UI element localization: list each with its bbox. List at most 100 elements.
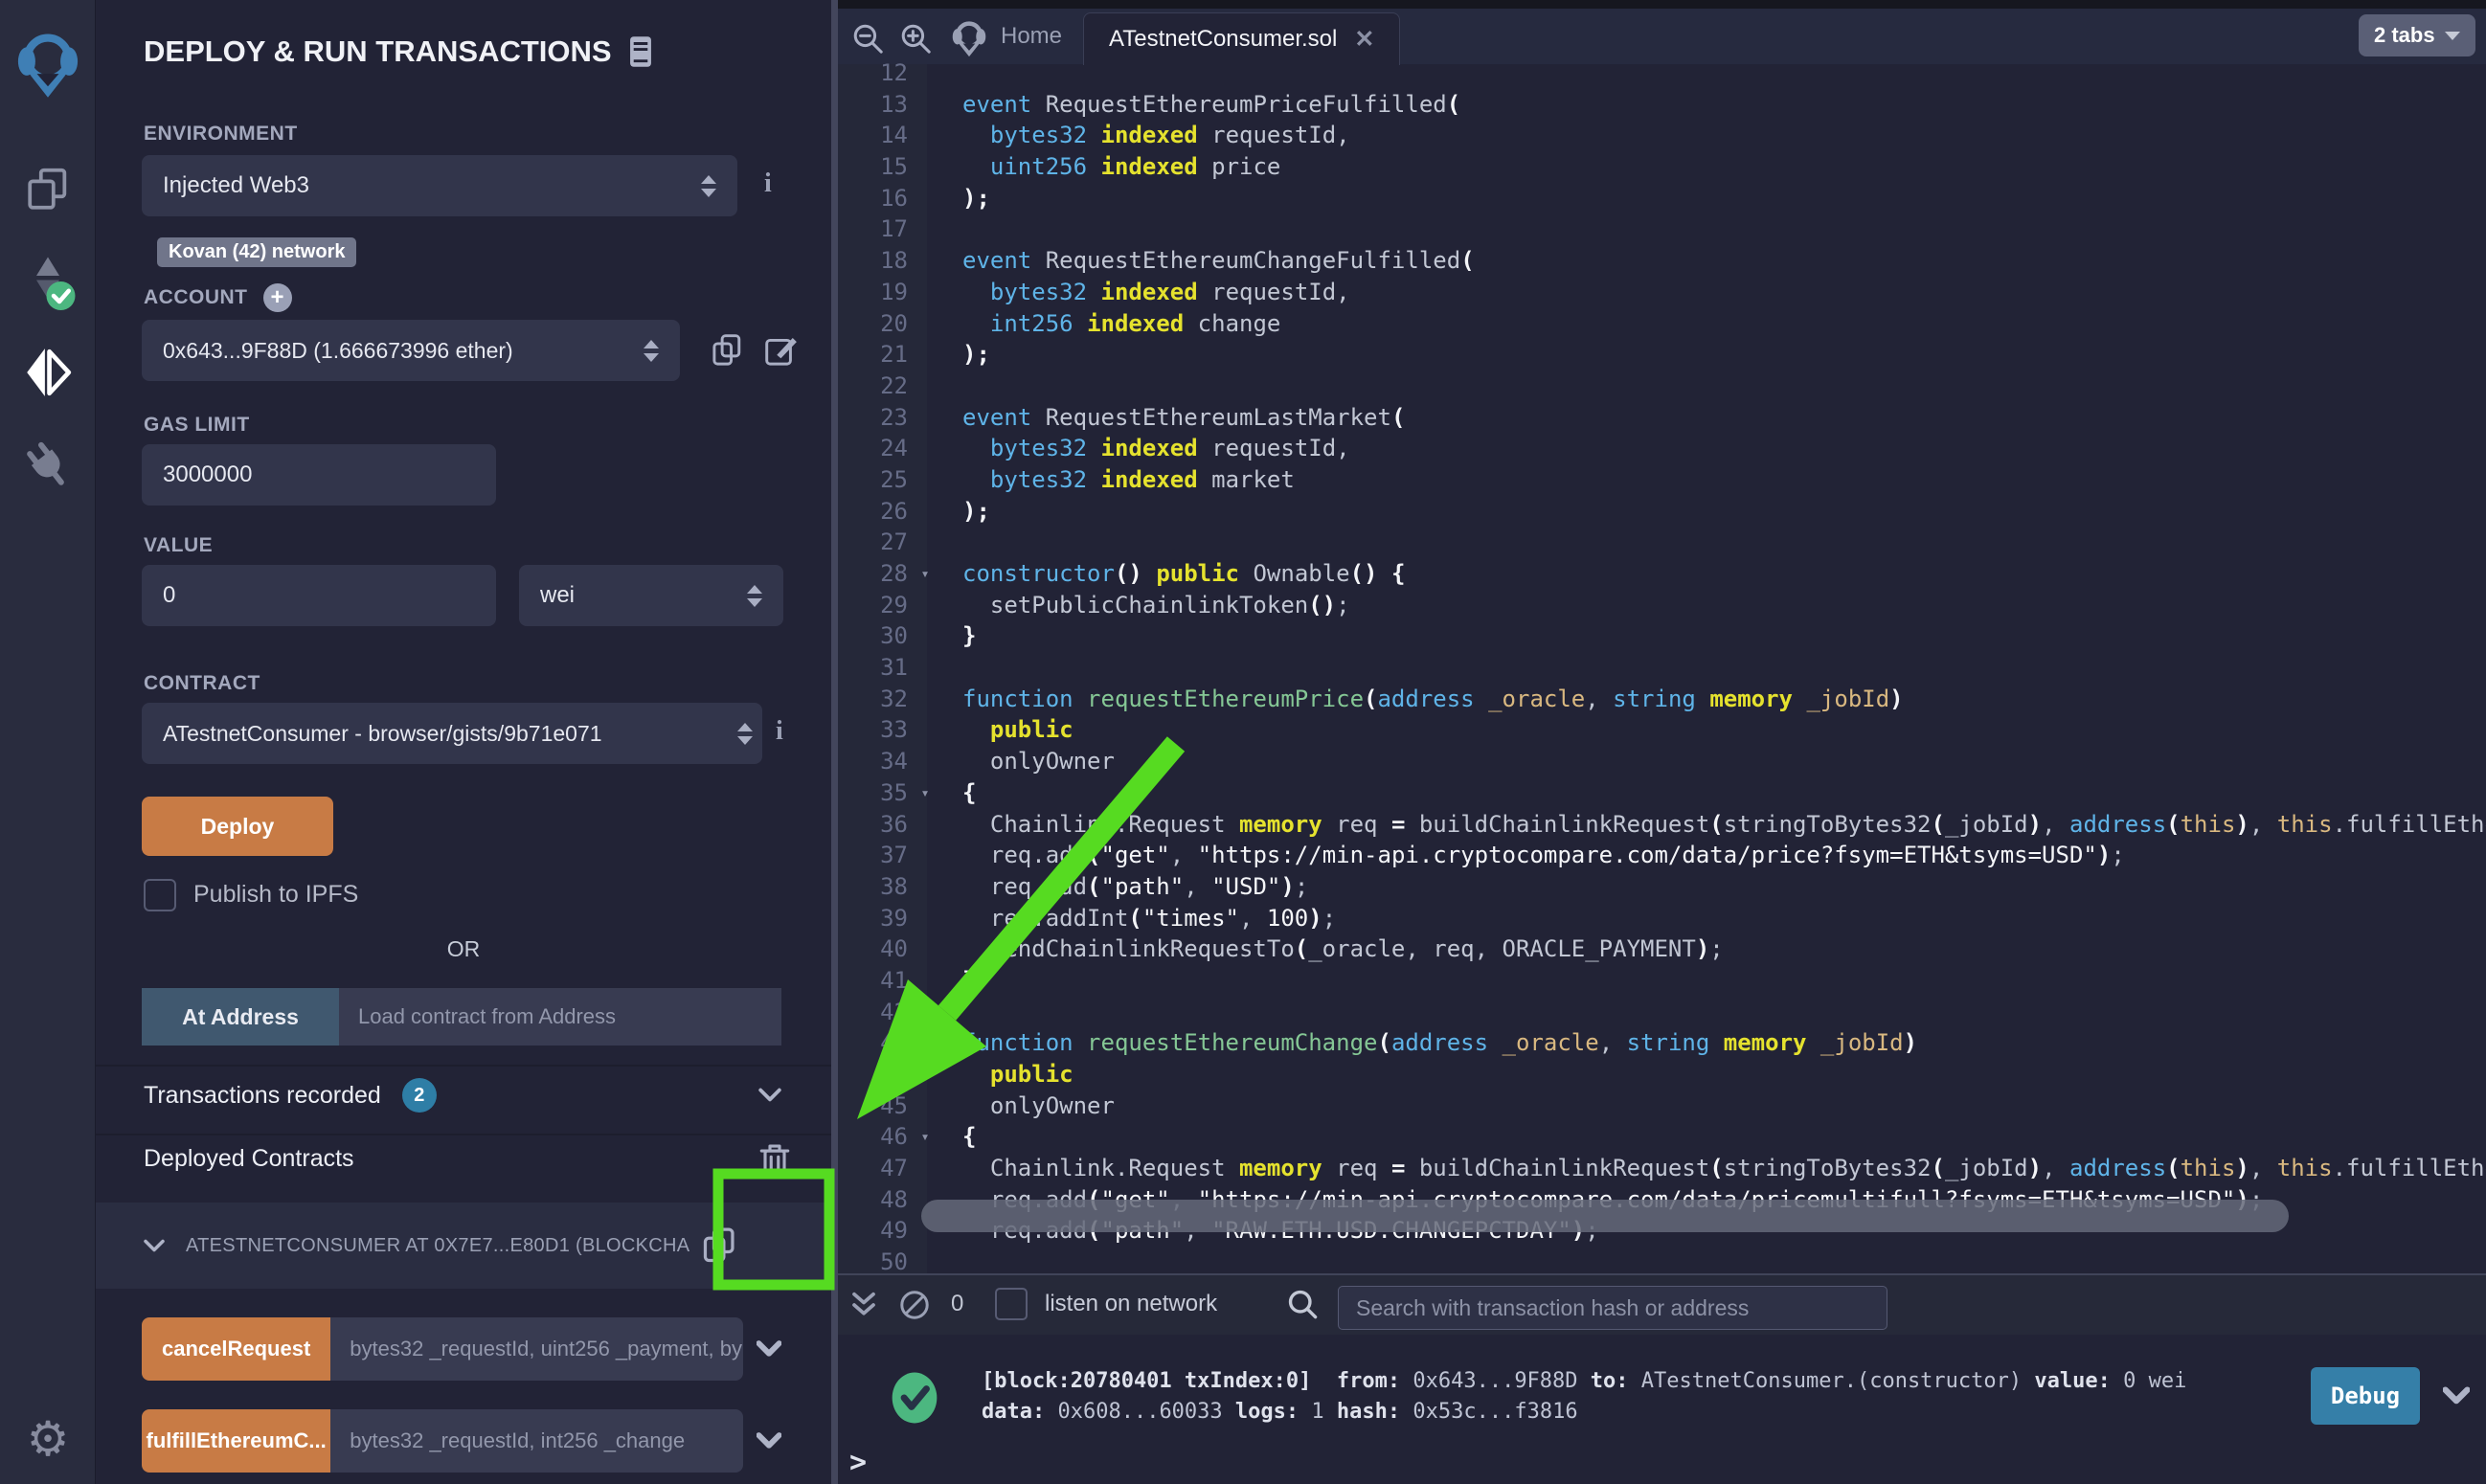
publish-ipfs-checkbox[interactable] xyxy=(144,879,176,911)
code-line[interactable]: 41} xyxy=(838,965,2486,997)
tab-bar: Home ATestnetConsumer.sol ✕ 2 tabs xyxy=(838,9,2486,64)
listen-network-label: listen on network xyxy=(1045,1291,1217,1317)
trash-icon[interactable] xyxy=(757,1141,793,1180)
fulfill-ethereum-params-input[interactable]: bytes32 _requestId, int256 _change xyxy=(330,1409,743,1473)
remix-logo xyxy=(0,25,96,107)
account-select[interactable]: 0x643...9F88D (1.666673996 ether) xyxy=(142,320,680,381)
code-line[interactable]: 33 public xyxy=(838,714,2486,746)
debug-button[interactable]: Debug xyxy=(2311,1367,2420,1425)
code-line[interactable]: 45 onlyOwner xyxy=(838,1091,2486,1122)
tab-home[interactable]: Home xyxy=(1001,23,1062,50)
tx-log-line2[interactable]: data: 0x608...60033 logs: 1 hash: 0x53c.… xyxy=(982,1398,1578,1427)
horizontal-scrollbar[interactable] xyxy=(921,1200,2289,1232)
listen-network-checkbox[interactable] xyxy=(995,1288,1028,1320)
contract-info-icon[interactable]: i xyxy=(776,716,783,747)
code-line[interactable]: 35▾{ xyxy=(838,777,2486,809)
environment-info-icon[interactable]: i xyxy=(764,169,772,199)
code-line[interactable]: 22 xyxy=(838,371,2486,402)
code-line[interactable]: 50 xyxy=(838,1247,2486,1273)
edit-account-icon[interactable] xyxy=(762,331,801,370)
code-line[interactable]: 38 req.add("path", "USD"); xyxy=(838,871,2486,903)
environment-label: ENVIRONMENT xyxy=(144,123,298,146)
chevron-down-icon[interactable] xyxy=(757,1340,781,1358)
transactions-count-badge: 2 xyxy=(402,1078,437,1113)
code-line[interactable]: 17 xyxy=(838,214,2486,245)
code-line[interactable]: 31 xyxy=(838,652,2486,684)
code-line[interactable]: 39 req.addInt("times", 100); xyxy=(838,903,2486,934)
transactions-recorded[interactable]: Transactions recorded 2 xyxy=(144,1078,437,1113)
chevron-down-icon[interactable] xyxy=(2443,1386,2470,1405)
editor-top-strip xyxy=(838,0,2486,9)
code-line[interactable]: 19 bytes32 indexed requestId, xyxy=(838,277,2486,308)
zoom-out-icon[interactable] xyxy=(851,22,886,56)
fulfill-ethereum-button[interactable]: fulfillEthereumC... xyxy=(142,1409,330,1473)
code-line[interactable]: 36 Chainlink.Request memory req = buildC… xyxy=(838,809,2486,841)
tx-log-line1[interactable]: [block:20780401 txIndex:0] from: 0x643..… xyxy=(982,1367,2186,1396)
double-chevron-down-icon[interactable] xyxy=(849,1291,878,1319)
code-line[interactable]: 37 req.add("get", "https://min-api.crypt… xyxy=(838,840,2486,871)
function-row: fulfillEthereumC... bytes32 _requestId, … xyxy=(142,1409,781,1473)
code-line[interactable]: 21); xyxy=(838,339,2486,371)
copy-account-icon[interactable] xyxy=(709,331,747,370)
deployed-contract-title: ATESTNETCONSUMER AT 0X7E7...E80D1 (BLOCK… xyxy=(186,1235,691,1257)
code-line[interactable]: 20 int256 indexed change xyxy=(838,308,2486,340)
panel-resize-handle[interactable] xyxy=(831,0,838,1484)
code-line[interactable]: 28▾constructor() public Ownable() { xyxy=(838,558,2486,590)
code-line[interactable]: 34 onlyOwner xyxy=(838,746,2486,777)
document-icon[interactable] xyxy=(627,35,654,68)
terminal-prompt[interactable]: > xyxy=(849,1446,867,1479)
deployed-contracts-label: Deployed Contracts xyxy=(144,1145,354,1173)
deploy-run-icon[interactable] xyxy=(0,343,96,402)
close-icon[interactable]: ✕ xyxy=(1354,25,1374,54)
cancel-request-button[interactable]: cancelRequest xyxy=(142,1317,330,1381)
code-line[interactable]: 14 bytes32 indexed requestId, xyxy=(838,120,2486,151)
code-line[interactable]: 32function requestEthereumPrice(address … xyxy=(838,684,2486,715)
select-stepper-icon xyxy=(644,340,659,362)
settings-gear-icon[interactable]: ⚙ xyxy=(0,1405,96,1473)
plugin-manager-icon[interactable] xyxy=(0,436,96,495)
code-line[interactable]: 26); xyxy=(838,496,2486,528)
chevron-down-icon[interactable] xyxy=(144,1239,165,1253)
code-line[interactable]: 29 setPublicChainlinkToken(); xyxy=(838,590,2486,621)
code-line[interactable]: 13event RequestEthereumPriceFulfilled( xyxy=(838,89,2486,121)
code-line[interactable]: 46▾{ xyxy=(838,1121,2486,1153)
at-address-button[interactable]: At Address xyxy=(142,988,339,1046)
code-line[interactable]: 30} xyxy=(838,620,2486,652)
code-line[interactable]: 24 bytes32 indexed requestId, xyxy=(838,433,2486,464)
deploy-button[interactable]: Deploy xyxy=(142,797,333,856)
value-unit-select[interactable]: wei xyxy=(519,565,783,626)
code-line[interactable]: 15 uint256 indexed price xyxy=(838,151,2486,183)
code-line[interactable]: 43function requestEthereumChange(address… xyxy=(838,1027,2486,1059)
at-address-row: At Address Load contract from Address xyxy=(142,988,781,1046)
copy-contract-icon[interactable] xyxy=(699,1225,741,1267)
ban-icon[interactable] xyxy=(897,1288,932,1322)
gas-limit-input[interactable]: 3000000 xyxy=(142,444,496,506)
plus-circle-icon[interactable]: + xyxy=(263,283,292,312)
chevron-down-icon[interactable] xyxy=(757,1432,781,1450)
code-line[interactable]: 40 sendChainlinkRequestTo(_oracle, req, … xyxy=(838,933,2486,965)
cancel-request-params-input[interactable]: bytes32 _requestId, uint256 _payment, by xyxy=(330,1317,743,1381)
tabs-menu-button[interactable]: 2 tabs xyxy=(2359,14,2475,56)
chevron-down-icon[interactable] xyxy=(758,1088,781,1103)
at-address-input[interactable]: Load contract from Address xyxy=(339,988,781,1046)
code-lines[interactable]: 1213event RequestEthereumPriceFulfilled(… xyxy=(838,57,2486,1273)
code-line[interactable]: 25 bytes32 indexed market xyxy=(838,464,2486,496)
environment-select[interactable]: Injected Web3 xyxy=(142,155,737,216)
code-line[interactable]: 47 Chainlink.Request memory req = buildC… xyxy=(838,1153,2486,1184)
search-icon xyxy=(1286,1288,1319,1320)
value-input[interactable]: 0 xyxy=(142,565,496,626)
file-explorer-icon[interactable] xyxy=(0,161,96,218)
solidity-compiler-icon[interactable] xyxy=(0,251,96,312)
code-line[interactable]: 23event RequestEthereumLastMarket( xyxy=(838,402,2486,434)
code-line[interactable]: 44 public xyxy=(838,1059,2486,1091)
zoom-in-icon[interactable] xyxy=(899,22,934,56)
deployed-contract-row[interactable]: ATESTNETCONSUMER AT 0X7E7...E80D1 (BLOCK… xyxy=(96,1203,831,1289)
code-line[interactable]: 16); xyxy=(838,183,2486,214)
code-line[interactable]: 27 xyxy=(838,527,2486,558)
code-line[interactable]: 12 xyxy=(838,57,2486,89)
contract-select[interactable]: ATestnetConsumer - browser/gists/9b71e07… xyxy=(142,703,762,764)
code-line[interactable]: 42 xyxy=(838,997,2486,1028)
terminal-search-input[interactable]: Search with transaction hash or address xyxy=(1338,1286,1887,1330)
code-line[interactable]: 18event RequestEthereumChangeFulfilled( xyxy=(838,245,2486,277)
terminal: 0 listen on network Search with transact… xyxy=(838,1273,2486,1484)
